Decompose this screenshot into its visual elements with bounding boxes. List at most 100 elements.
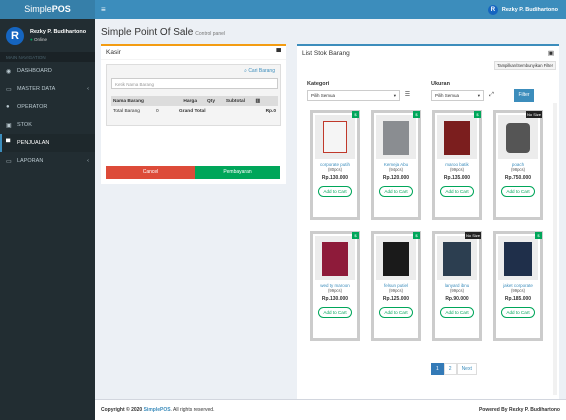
shirt-icon [383,121,409,155]
add-to-cart-button[interactable]: Add to Cart [318,186,352,197]
product-card: $ corporate putih (80pcs) Rp.130.000 Add… [310,110,360,220]
user-name: Rezky P. Budihartono [501,6,558,13]
product-card: $ felsun putiel (99pcs) Rp.125.000 Add t… [371,231,421,341]
product-price: Rp.120.000 [382,175,410,181]
product-stock: (94pcs) [389,167,403,172]
no-size-badge: No Size [525,111,542,118]
add-to-cart-button[interactable]: Add to Cart [379,186,413,197]
nav-header: MAIN NAVIGATION [0,52,95,62]
chevron-down-icon: ▾ [393,92,396,98]
col-subtotal: Subtotal [225,98,245,104]
product-price: Rp.90.000 [445,296,469,302]
stok-header: List Stok Barang ▣ [297,46,559,60]
grand-total-value: Rp.0 [265,108,276,114]
folder-icon: ▭ [6,86,12,93]
price-badge: $ [413,232,420,239]
search-input[interactable]: Ketik Nama Barang [111,78,278,89]
add-to-cart-button[interactable]: Add to Cart [440,186,474,197]
avatar: R [487,4,498,15]
sidebar-item-master-data[interactable]: ▭ MASTER DATA ‹ [0,80,95,98]
ukuran-select[interactable]: Pilih Semua ▾ [431,90,484,101]
brand-logo[interactable]: SimplePOS [0,0,95,19]
product-stock: (99pcs) [389,288,403,293]
kasir-header: Kasir ▀ [101,46,286,60]
product-stock: (99pcs) [328,288,342,293]
grand-total-label: Grand Total [179,108,206,114]
product-price: Rp.185.000 [504,296,532,302]
product-stock: (98pcs) [511,167,525,172]
add-to-cart-button[interactable]: Add to Cart [501,307,535,318]
no-size-badge: No Size [464,232,481,239]
list-icon[interactable]: ☰ [402,90,413,101]
product-price: Rp.750.000 [504,175,532,181]
product-card: $ maroo batik (99pcs) Rp.135.000 Add to … [432,110,482,220]
product-price: Rp.135.000 [443,175,471,181]
add-to-cart-button[interactable]: Add to Cart [501,186,535,197]
cari-barang-link[interactable]: ⌕ Cari Barang [244,68,275,74]
product-image: $ [315,232,359,280]
sidebar-item-laporan[interactable]: ▭ LAPORAN ‹ [0,152,95,170]
product-image: No Size [498,111,542,159]
product-price: Rp.125.000 [382,296,410,302]
cancel-button[interactable]: Cancel [106,166,195,179]
trash-icon: ▥ [255,98,260,104]
sidebar-item-stok[interactable]: ▣ STOK [0,116,95,134]
hamburger-icon[interactable]: ≡ [101,5,106,14]
page-2-button[interactable]: 2 [443,363,457,375]
sidebar-item-penjualan[interactable]: ▀ PENJUALAN [0,134,95,152]
price-badge: $ [474,111,481,118]
jacket-icon [504,242,532,276]
product-image: $ [376,232,420,280]
avatar: R [6,26,24,45]
product-price: Rp.130.000 [321,296,349,302]
total-barang-label: Total Barang [113,108,140,114]
sidebar-user-name: Rezky P. Budihartono [30,29,87,35]
cart-icon: ▀ [276,49,281,56]
filter-button[interactable]: Filter [514,89,534,102]
top-navbar: SimplePOS ≡ R Rezky P. Budihartono [0,0,566,19]
shirt-icon [322,242,348,276]
kategori-select[interactable]: Pilih Semua ▾ [307,90,400,101]
shirt-icon [444,121,470,155]
next-page-button[interactable]: Next [456,363,477,375]
cart-table-header: Nama Barang Harga Qty Subtotal ▥ [111,96,278,106]
product-card: No Size lanyard ibnu (99pcs) Rp.90.000 A… [432,231,482,341]
expand-icon[interactable]: ⤢ [486,90,497,101]
kasir-panel: ⌕ Cari Barang Ketik Nama Barang Nama Bar… [106,64,281,126]
add-to-cart-button[interactable]: Add to Cart [379,307,413,318]
folder-icon: ▭ [6,158,12,165]
powered-by: Powered By Rezky P. Budihartono [478,407,560,413]
product-scrollbar[interactable] [553,103,557,395]
product-image: $ [437,111,481,159]
sidebar-item-dashboard[interactable]: ◉ DASHBOARD [0,62,95,80]
col-qty: Qty [207,98,215,104]
page-1-button[interactable]: 1 [431,363,444,375]
product-stock: (80pcs) [328,167,342,172]
product-card: $ Kemeja Abu (94pcs) Rp.120.000 Add to C… [371,110,421,220]
copyright-link[interactable]: SimplePOS [144,407,171,413]
shirt-icon [323,121,347,153]
kategori-label: Kategori [307,81,330,87]
product-card: No Size poach (98pcs) Rp.750.000 Add to … [493,110,543,220]
footer: Copyright © 2020 SimplePOS. All rights r… [95,399,566,420]
bag-icon [506,123,530,153]
sidebar: R Rezky P. Budihartono ● Online MAIN NAV… [0,19,95,420]
sidebar-item-operator[interactable]: ● OPERATOR [0,98,95,116]
add-to-cart-button[interactable]: Add to Cart [318,307,352,318]
price-badge: $ [352,232,359,239]
total-barang-value: 0 [156,108,159,114]
kasir-title: Kasir [106,49,121,56]
product-card: $ jaket corporate (99pcs) Rp.185.000 Add… [493,231,543,341]
product-image: $ [315,111,359,159]
user-menu[interactable]: R Rezky P. Budihartono [487,4,558,15]
product-price: Rp.130.000 [321,175,349,181]
price-badge: $ [535,232,542,239]
add-to-cart-button[interactable]: Add to Cart [440,307,474,318]
toggle-filter-button[interactable]: Tampilkan/Sembunyikan Filter [494,61,556,70]
pagination: 1 2 Next [431,363,477,375]
cubes-icon: ▣ [547,50,554,57]
pay-button[interactable]: Pembayaran [195,166,280,179]
product-stock: (99pcs) [450,167,464,172]
stok-box: List Stok Barang ▣ Tampilkan/Sembunyikan… [297,44,559,404]
product-image: No Size [437,232,481,280]
